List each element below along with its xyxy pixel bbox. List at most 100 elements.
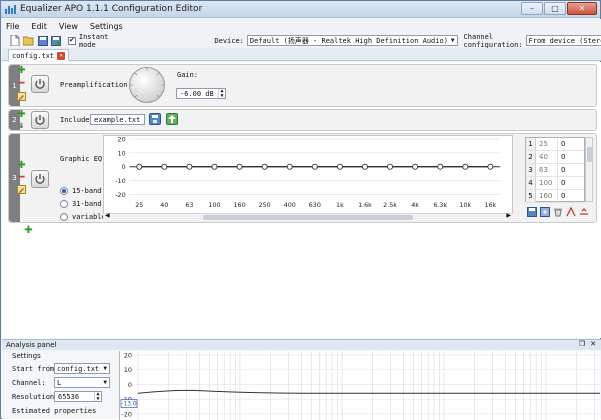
normalize-eq-icon[interactable] (579, 207, 589, 219)
power-toggle-button[interactable] (31, 111, 49, 129)
band-31-label: 31-band (72, 200, 102, 208)
add-filter-icon[interactable]: ✚ (17, 160, 26, 171)
eq-band-handle[interactable] (261, 163, 268, 170)
instant-mode-checkbox[interactable]: ✔ (68, 36, 76, 45)
tab-config[interactable]: config.txt ✕ (8, 49, 70, 61)
add-filter-icon[interactable]: ✚ (17, 65, 26, 76)
eq-band-handle[interactable] (387, 163, 394, 170)
table-row[interactable]: 2 40 0 (526, 151, 584, 164)
remove-filter-icon[interactable]: ━ (17, 78, 26, 89)
resolution-spinbox[interactable]: 65536 ▲ ▼ (54, 391, 102, 402)
reset-eq-icon[interactable] (553, 207, 563, 219)
table-row[interactable]: 3 63 0 (526, 164, 584, 177)
save-eq-icon[interactable] (527, 207, 537, 219)
remove-filter-icon[interactable]: ━ (17, 172, 26, 183)
power-toggle-button[interactable] (31, 170, 49, 188)
eq-x-tick-label: 2.5k (383, 202, 397, 209)
power-toggle-button[interactable] (31, 75, 49, 93)
eq-table-scrollbar[interactable] (585, 137, 593, 202)
eq-x-tick-label: 1k (336, 202, 344, 209)
settings-heading: Settings (12, 352, 41, 360)
band-31-option[interactable]: 31-band (60, 200, 102, 208)
graphic-eq-chart[interactable]: 20100-10-2025 40 63 100 160 250 400 630 1k 1.6k 2.… (103, 135, 513, 216)
eq-band-handle[interactable] (336, 163, 343, 170)
table-row[interactable]: 1 25 0 (526, 138, 584, 151)
scroll-right-icon[interactable]: ▶ (506, 212, 511, 219)
eq-x-tick-label: 40 (160, 202, 168, 209)
eq-x-tick-label: 100 (208, 202, 220, 209)
start-from-select[interactable]: config.txt ▼ (54, 363, 110, 374)
save-icon[interactable] (38, 35, 48, 46)
radio-15-band[interactable] (60, 187, 68, 195)
preamp-knob[interactable] (129, 67, 165, 103)
eq-table-scrollbar-thumb[interactable] (587, 147, 592, 162)
eq-x-tick-label: 160 (234, 202, 246, 209)
channel-config-label: Channel configuration: (463, 32, 523, 49)
table-row[interactable]: 4 100 0 (526, 177, 584, 190)
band-15-option[interactable]: 15-band (60, 187, 102, 195)
eq-band-handle[interactable] (311, 163, 318, 170)
tab-bar: config.txt ✕ (2, 48, 601, 61)
eq-band-handle[interactable] (412, 163, 419, 170)
save-include-icon[interactable] (149, 113, 161, 125)
channel-select[interactable]: L ▼ (54, 377, 110, 388)
menu-edit[interactable]: Edit (31, 22, 47, 31)
gain-spinbox[interactable]: -6.00 dB ▲ ▼ (176, 88, 226, 99)
eq-band-handle[interactable] (487, 163, 494, 170)
add-filter-bottom-icon[interactable]: ✚ (24, 225, 33, 236)
app-icon (5, 5, 16, 14)
start-from-value: config.txt (57, 364, 100, 373)
eq-band-handle[interactable] (362, 163, 368, 170)
analysis-response-chart[interactable]: 20100-10-20-13.0 (119, 351, 600, 420)
import-eq-icon[interactable] (540, 207, 550, 219)
main-window: Equalizer APO 1.1.1 Configuration Editor… (0, 0, 601, 420)
eq-horizontal-scrollbar[interactable]: ◀ ▶ (103, 212, 513, 220)
menu-file[interactable]: File (6, 22, 19, 31)
device-select[interactable]: Default (扬声器 - Realtek High Definition A… (246, 35, 458, 46)
eq-band-handle[interactable] (136, 163, 143, 170)
new-file-icon[interactable] (10, 35, 20, 46)
analysis-y-tick-label: -20 (121, 410, 132, 418)
close-panel-icon[interactable]: ✕ (590, 340, 596, 348)
eq-band-handle[interactable] (462, 163, 469, 170)
eq-band-handle[interactable] (186, 163, 193, 170)
eq-band-handle[interactable] (161, 163, 168, 170)
eq-band-handle[interactable] (286, 163, 293, 170)
table-row[interactable]: 5 160 0 (526, 190, 584, 203)
gain-label: Gain: (177, 71, 199, 79)
maximize-button[interactable]: □ (544, 2, 566, 15)
minimize-button[interactable]: – (521, 2, 543, 15)
eq-scrollbar-thumb[interactable] (203, 215, 413, 220)
move-down-icon[interactable]: ⇓ (17, 121, 26, 130)
analysis-response-line (137, 389, 600, 394)
scroll-left-icon[interactable]: ◀ (105, 212, 110, 219)
radio-variable-band[interactable] (60, 213, 68, 221)
resolution-value: 65536 (58, 392, 80, 401)
band-variable-option[interactable]: variable (60, 213, 106, 221)
undock-icon[interactable]: ❐ (579, 340, 585, 348)
close-button[interactable]: ✕ (567, 2, 597, 15)
channel-config-select[interactable]: From device (Stereo)▼ (525, 35, 601, 46)
edit-filter-icon[interactable] (17, 185, 26, 194)
include-file-input[interactable]: example.txt (90, 114, 145, 125)
title-bar: Equalizer APO 1.1.1 Configuration Editor… (1, 1, 600, 18)
eq-band-handle[interactable] (211, 163, 218, 170)
radio-31-band[interactable] (60, 200, 68, 208)
spin-arrows-icon[interactable]: ▲ ▼ (94, 391, 101, 401)
invert-eq-icon[interactable] (566, 206, 576, 219)
menu-settings[interactable]: Settings (90, 22, 123, 31)
open-file-icon[interactable] (23, 35, 35, 46)
menu-view[interactable]: View (59, 22, 78, 31)
edit-filter-icon[interactable] (17, 92, 26, 101)
spin-arrows-icon[interactable]: ▲ ▼ (218, 88, 225, 98)
open-include-icon[interactable] (166, 113, 178, 125)
window-title: Equalizer APO 1.1.1 Configuration Editor (20, 4, 203, 14)
save-as-icon[interactable] (51, 35, 61, 46)
close-tab-icon[interactable]: ✕ (57, 51, 66, 60)
resolution-label: Resolution: (12, 393, 59, 401)
add-filter-icon[interactable]: ✚ (17, 109, 26, 120)
eq-y-tick-label: -10 (115, 178, 125, 185)
eq-band-handle[interactable] (236, 163, 243, 170)
eq-band-handle[interactable] (437, 163, 444, 170)
chevron-down-icon: ▼ (450, 37, 455, 44)
